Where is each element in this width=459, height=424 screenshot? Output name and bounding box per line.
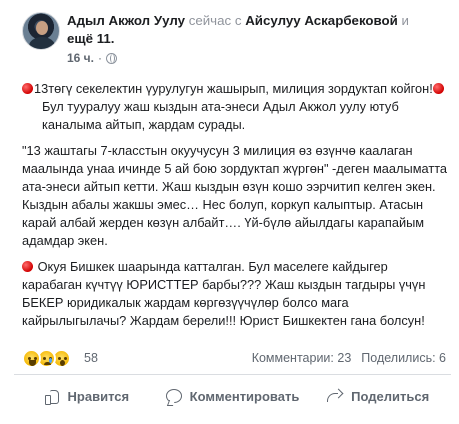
comment-button[interactable]: Комментировать xyxy=(160,380,306,412)
actions-divider xyxy=(14,374,451,375)
paragraph-1-text: 13төгү секелектин үурулугун жашырып, мил… xyxy=(34,81,433,96)
reaction-count[interactable]: 58 xyxy=(84,351,98,365)
comments-count-link[interactable]: Комментарии: 23 xyxy=(252,351,352,365)
thumbs-up-icon xyxy=(44,389,60,405)
share-arrow-icon xyxy=(327,389,343,403)
post-meta: 16 ч. · xyxy=(67,51,117,65)
share-label: Поделиться xyxy=(351,388,430,404)
with-prefix: сейчас с xyxy=(188,13,242,28)
red-circle-icon xyxy=(22,261,33,272)
comment-label: Комментировать xyxy=(189,388,300,404)
post-header-text: Адыл Акжол Уулу сейчас с Айсулуу Аскарбе… xyxy=(67,12,452,48)
engagement-stats: Комментарии: 23 Поделились: 6 xyxy=(252,351,446,365)
red-circle-icon xyxy=(432,83,444,94)
facebook-post: Адыл Акжол Уулу сейчас с Айсулуу Аскарбе… xyxy=(0,0,459,424)
post-paragraph-3: "13 жаштагы 7-класстын окуучусун 3 милиц… xyxy=(22,143,448,248)
paragraph-4-text: Окуя Бишкек шаарында катталган. Бул масе… xyxy=(22,259,426,328)
post-content: 13төгү секелектин үурулугун жашырып, мил… xyxy=(22,80,450,338)
like-label: Нравится xyxy=(67,388,130,404)
and-text: и xyxy=(401,13,409,28)
avatar-shoulders xyxy=(29,37,55,49)
post-actions: Нравится Комментировать Поделиться xyxy=(14,380,451,412)
tagged-others-link[interactable]: ещё 11 xyxy=(67,31,111,46)
haha-reaction-icon xyxy=(22,349,41,368)
author-name[interactable]: Адыл Акжол Уулу xyxy=(67,13,185,28)
meta-separator: · xyxy=(97,51,102,65)
share-button[interactable]: Поделиться xyxy=(305,380,451,412)
author-avatar[interactable] xyxy=(22,12,60,50)
comment-bubble-icon xyxy=(165,389,182,403)
like-button[interactable]: Нравится xyxy=(14,380,160,412)
post-paragraph-4: Окуя Бишкек шаарында катталган. Бул масе… xyxy=(22,258,450,330)
post-paragraph-1: 13төгү секелектин үурулугун жашырып, мил… xyxy=(22,80,450,134)
globe-icon[interactable] xyxy=(105,52,117,64)
header-period: . xyxy=(110,31,115,46)
shares-count-link[interactable]: Поделились: 6 xyxy=(361,351,446,365)
paragraph-2-text: Бул тууралуу жаш кыздын ата-энеси Адыл А… xyxy=(42,99,399,132)
avatar-face xyxy=(36,21,48,35)
red-circle-icon xyxy=(22,83,33,94)
tagged-person[interactable]: Айсулуу Аскарбековой xyxy=(245,13,398,28)
post-header: Адыл Акжол Уулу сейчас с Айсулуу Аскарбе… xyxy=(22,12,452,72)
reactions-row: 58 Комментарии: 23 Поделились: 6 xyxy=(22,347,446,371)
post-timestamp[interactable]: 16 ч. xyxy=(67,51,94,65)
